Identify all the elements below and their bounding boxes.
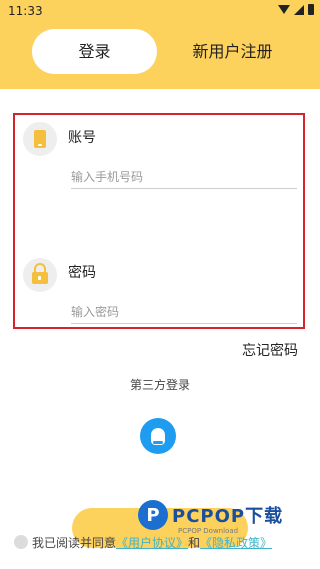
wifi-icon [278, 5, 290, 14]
agree-checkbox[interactable] [14, 535, 28, 549]
battery-icon [308, 4, 314, 15]
password-input[interactable] [71, 305, 297, 324]
agreement-and: 和 [188, 535, 201, 550]
status-time: 11:33 [8, 4, 43, 18]
tab-register[interactable]: 新用户注册 [170, 29, 295, 74]
password-label: 密码 [68, 265, 96, 281]
watermark: P PCPOP下载 [138, 500, 283, 530]
qq-icon [151, 427, 165, 445]
agreement-row: 我已阅读并同意 《用户协议》 和 《隐私政策》 [14, 533, 272, 551]
status-bar: 11:33 [0, 0, 320, 22]
account-icon-circle [23, 122, 57, 156]
watermark-logo: P [138, 500, 168, 530]
login-form: 账号 密码 [13, 113, 305, 329]
password-icon-circle [23, 258, 57, 292]
qq-login-button[interactable] [140, 418, 176, 454]
status-icons [278, 4, 314, 15]
third-party-title: 第三方登录 [129, 378, 190, 392]
agreement-prefix: 我已阅读并同意 [32, 535, 117, 550]
privacy-policy-link[interactable]: 《隐私政策》 [200, 534, 272, 551]
forgot-password-link[interactable]: 忘记密码 [242, 340, 298, 360]
lock-icon [32, 263, 48, 284]
account-label: 账号 [68, 130, 96, 146]
watermark-text: PCPOP下载 [172, 506, 284, 527]
user-agreement-link[interactable]: 《用户协议》 [116, 534, 188, 551]
signal-icon [294, 4, 304, 15]
tab-login[interactable]: 登录 [32, 29, 157, 74]
phone-icon [34, 130, 46, 148]
phone-input[interactable] [71, 170, 297, 189]
